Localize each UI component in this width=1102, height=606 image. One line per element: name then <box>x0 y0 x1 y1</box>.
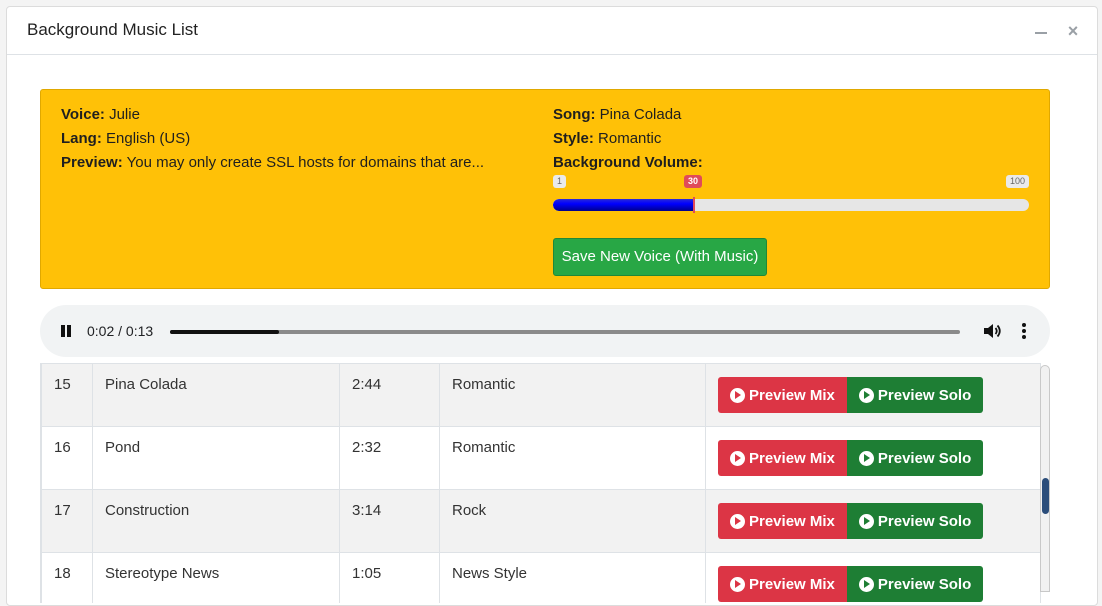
play-circle-icon <box>858 513 874 529</box>
volume-line: Background Volume: <box>553 154 703 171</box>
table-row: 16 Pond 2:32 Romantic Preview Mix Preview Sol… <box>41 426 1041 490</box>
preview-line: Preview: You may only create SSL hosts f… <box>61 154 484 171</box>
play-circle-icon <box>858 450 874 466</box>
table-row: 17 Construction 3:14 Rock Preview Mix Preview… <box>41 489 1041 553</box>
row-style: Romantic <box>439 426 706 490</box>
preview-solo-label: Preview Solo <box>877 386 972 404</box>
voice-value: Julie <box>109 106 140 123</box>
save-new-voice-button[interactable]: Save New Voice (With Music) <box>553 238 767 276</box>
row-song-name: Pina Colada <box>92 363 340 427</box>
modal-title: Background Music List <box>27 20 199 39</box>
music-table: 15 Pina Colada 2:44 Romantic Preview Mix Prev… <box>40 363 1050 603</box>
play-circle-icon <box>858 387 874 403</box>
slider-min-label: 1 <box>553 175 567 188</box>
slider-value-label: 30 <box>684 175 703 188</box>
preview-mix-label: Preview Mix <box>749 386 835 404</box>
slider-max-label: 100 <box>1005 175 1029 188</box>
action-group: Preview Mix Preview Solo <box>718 377 1028 413</box>
background-volume-slider[interactable]: 1 30 100 <box>553 175 1029 215</box>
table-scrollbar[interactable] <box>1040 365 1050 592</box>
row-actions: Preview Mix Preview Solo <box>705 426 1041 490</box>
voice-label: Voice: <box>61 106 105 123</box>
preview-mix-button[interactable]: Preview Mix <box>718 503 847 539</box>
play-circle-icon <box>730 513 745 529</box>
row-song-name: Stereotype News <box>92 552 340 603</box>
audio-progress-fill <box>170 330 279 334</box>
row-actions: Preview Mix Preview Solo <box>705 552 1041 603</box>
play-circle-icon <box>858 576 874 592</box>
row-duration: 3:14 <box>339 489 440 553</box>
play-circle-icon <box>730 387 745 403</box>
preview-mix-label: Preview Mix <box>749 575 835 593</box>
volume-label: Background Volume: <box>553 154 703 171</box>
style-value: Romantic <box>598 130 662 147</box>
song-label: Song: <box>553 106 596 123</box>
row-actions: Preview Mix Preview Solo <box>705 489 1041 553</box>
minimize-icon[interactable] <box>1031 19 1051 43</box>
row-song-name: Construction <box>92 489 340 553</box>
preview-solo-button[interactable]: Preview Solo <box>846 440 984 476</box>
row-style: Romantic <box>439 363 706 427</box>
row-duration: 2:32 <box>339 426 440 490</box>
slider-fill <box>553 199 694 211</box>
volume-icon[interactable] <box>982 321 1002 341</box>
action-group: Preview Mix Preview Solo <box>718 566 1028 602</box>
row-id: 16 <box>41 426 93 490</box>
audio-time: 0:02 / 0:13 <box>87 323 154 339</box>
style-line: Style: Romantic <box>553 130 661 147</box>
row-id: 18 <box>41 552 93 603</box>
lang-label: Lang: <box>61 130 102 147</box>
slider-handle[interactable] <box>693 197 695 213</box>
action-group: Preview Mix Preview Solo <box>718 503 1028 539</box>
preview-value: You may only create SSL hosts for domain… <box>126 154 485 171</box>
play-circle-icon <box>730 450 745 466</box>
row-style: Rock <box>439 489 706 553</box>
row-actions: Preview Mix Preview Solo <box>705 363 1041 427</box>
preview-solo-label: Preview Solo <box>877 449 972 467</box>
row-duration: 1:05 <box>339 552 440 603</box>
pause-icon[interactable] <box>59 324 73 338</box>
row-id: 15 <box>41 363 93 427</box>
song-value: Pina Colada <box>599 106 682 123</box>
audio-progress-bar[interactable] <box>170 330 960 334</box>
close-icon[interactable]: × <box>1063 19 1083 43</box>
row-style: News Style <box>439 552 706 603</box>
action-group: Preview Mix Preview Solo <box>718 440 1028 476</box>
preview-mix-label: Preview Mix <box>749 512 835 530</box>
preview-mix-label: Preview Mix <box>749 449 835 467</box>
modal-header: Background Music List × <box>7 7 1097 55</box>
preview-solo-button[interactable]: Preview Solo <box>846 503 984 539</box>
voice-line: Voice: Julie <box>61 106 140 123</box>
style-label: Style: <box>553 130 594 147</box>
slider-track[interactable] <box>553 199 1029 211</box>
preview-mix-button[interactable]: Preview Mix <box>718 566 847 602</box>
preview-label: Preview: <box>61 154 123 171</box>
row-duration: 2:44 <box>339 363 440 427</box>
voice-music-panel: Voice: Julie Lang: English (US) Preview:… <box>40 89 1050 289</box>
preview-mix-button[interactable]: Preview Mix <box>718 377 847 413</box>
table-row: 18 Stereotype News 1:05 News Style Preview M… <box>41 552 1041 603</box>
audio-player: 0:02 / 0:13 <box>40 305 1050 357</box>
more-options-icon[interactable] <box>1020 321 1028 341</box>
lang-line: Lang: English (US) <box>61 130 190 147</box>
song-line: Song: Pina Colada <box>553 106 681 123</box>
row-song-name: Pond <box>92 426 340 490</box>
table-row: 15 Pina Colada 2:44 Romantic Preview Mix Prev… <box>41 363 1041 427</box>
row-id: 17 <box>41 489 93 553</box>
preview-solo-button[interactable]: Preview Solo <box>846 566 984 602</box>
play-circle-icon <box>730 576 745 592</box>
scrollbar-thumb[interactable] <box>1042 478 1049 514</box>
preview-mix-button[interactable]: Preview Mix <box>718 440 847 476</box>
preview-solo-label: Preview Solo <box>877 575 972 593</box>
lang-value: English (US) <box>106 130 191 147</box>
preview-solo-label: Preview Solo <box>877 512 972 530</box>
preview-solo-button[interactable]: Preview Solo <box>846 377 984 413</box>
